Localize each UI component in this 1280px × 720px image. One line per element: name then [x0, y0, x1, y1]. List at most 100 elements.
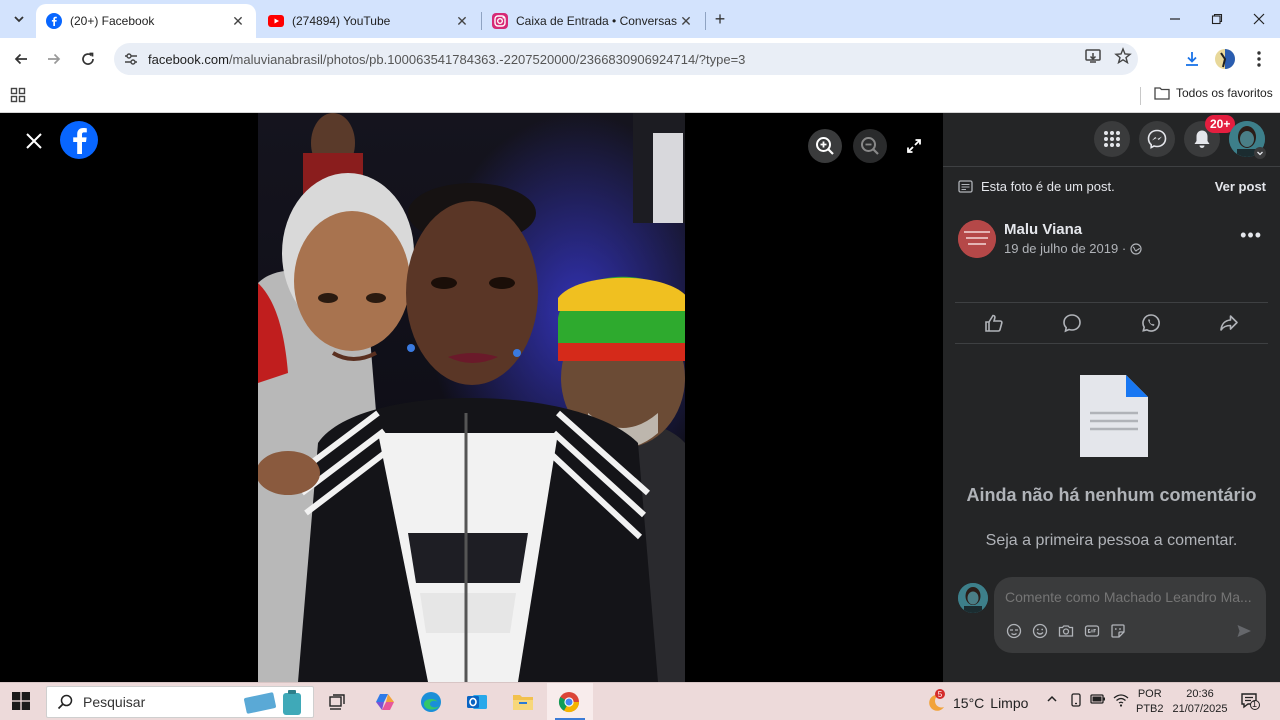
new-tab-button[interactable]: +: [709, 8, 731, 30]
profile-avatar-icon: [1215, 49, 1235, 69]
restore-button[interactable]: [1194, 0, 1240, 38]
messenger-button[interactable]: [1139, 121, 1175, 157]
expand-icon: [907, 139, 921, 153]
copilot-app[interactable]: [370, 687, 400, 717]
folder-icon: [513, 695, 533, 710]
address-bar[interactable]: facebook.com/maluvianabrasil/photos/pb.1…: [114, 43, 1138, 75]
device-icon: [1071, 693, 1081, 707]
phone-link-tray[interactable]: [1069, 693, 1083, 710]
chevron-down-icon: [14, 16, 24, 23]
comment-input[interactable]: [1005, 589, 1255, 605]
tab-search-button[interactable]: [8, 8, 30, 30]
author-avatar[interactable]: [958, 220, 996, 258]
arrow-right-icon: [48, 53, 61, 65]
system-clock[interactable]: 20:36 21/07/2025: [1170, 687, 1230, 717]
gif-icon[interactable]: [1084, 623, 1100, 639]
chrome-app[interactable]: [554, 687, 584, 717]
post-date[interactable]: 19 de julho de 2019 ·: [1004, 241, 1142, 256]
no-comments-subtitle: Seja a primeira pessoa a comentar.: [985, 532, 1238, 549]
all-bookmarks-folder[interactable]: Todos os favoritos: [1154, 86, 1273, 100]
see-post-link[interactable]: Ver post: [1215, 179, 1266, 194]
post-options-button[interactable]: •••: [1240, 225, 1262, 246]
emoji-icon[interactable]: [1032, 623, 1048, 639]
more-vertical-icon: [1257, 51, 1261, 67]
close-tab-icon[interactable]: ✕: [454, 13, 470, 29]
battery-tray[interactable]: [1090, 693, 1106, 708]
menu-button[interactable]: [1094, 121, 1130, 157]
zoom-out-button[interactable]: [853, 129, 887, 163]
apps-grid-icon[interactable]: [10, 87, 26, 108]
thumbs-up-icon: [985, 314, 1003, 332]
show-hidden-icons-button[interactable]: [1046, 693, 1058, 708]
post-date-text: 19 de julho de 2019 ·: [1004, 241, 1127, 256]
close-viewer-button[interactable]: [20, 127, 48, 155]
comment-icon: [1063, 314, 1082, 333]
start-button[interactable]: [12, 692, 30, 715]
wifi-icon: [1113, 694, 1129, 707]
wifi-tray[interactable]: [1113, 693, 1129, 710]
tab-facebook[interactable]: (20+) Facebook ✕: [36, 4, 256, 38]
youtube-icon: [268, 15, 284, 27]
task-view-button[interactable]: [322, 687, 352, 717]
edge-app[interactable]: [416, 687, 446, 717]
facebook-logo-icon: [73, 128, 87, 154]
language-code: POR: [1137, 688, 1162, 700]
send-comment-icon[interactable]: [1236, 623, 1252, 639]
file-explorer-app[interactable]: [508, 687, 538, 717]
minimize-button[interactable]: [1152, 0, 1198, 38]
task-view-icon: [329, 694, 345, 710]
comment-button[interactable]: [1033, 303, 1111, 343]
minimize-icon: [1170, 18, 1180, 20]
input-language[interactable]: POR PTB2: [1136, 687, 1164, 717]
notification-count: 1: [1252, 699, 1258, 709]
reload-button[interactable]: [75, 46, 101, 72]
sticker-icon[interactable]: [1110, 623, 1126, 639]
no-comments-document-icon: [1080, 375, 1148, 462]
photo-illustration: [258, 113, 685, 682]
install-app-icon[interactable]: [1084, 47, 1102, 70]
post-actions-bar: [955, 302, 1268, 344]
close-tab-icon[interactable]: ✕: [678, 13, 694, 29]
avatar-sticker-icon[interactable]: [1006, 623, 1022, 639]
url-host: facebook.com: [148, 51, 229, 67]
messenger-icon: [1147, 129, 1167, 149]
windows-logo-icon: [12, 692, 30, 710]
downloads-button[interactable]: [1179, 46, 1205, 72]
post-photo[interactable]: [258, 113, 685, 682]
close-tab-icon[interactable]: ✕: [230, 13, 246, 29]
zoom-in-icon: [816, 137, 834, 155]
chrome-menu-button[interactable]: [1246, 46, 1272, 72]
tab-title: (274894) YouTube: [292, 14, 391, 28]
camera-icon[interactable]: [1058, 623, 1074, 639]
bookmarks-bar: Todos os favoritos: [0, 80, 1280, 113]
weather-badge: 5: [935, 689, 945, 699]
notification-center-button[interactable]: 1: [1240, 692, 1260, 715]
chrome-icon: [558, 692, 580, 713]
account-chevron-icon[interactable]: [1254, 147, 1266, 159]
back-button[interactable]: [8, 46, 34, 72]
tab-youtube[interactable]: (274894) YouTube ✕: [258, 4, 480, 38]
close-window-button[interactable]: [1236, 0, 1280, 38]
commenter-avatar[interactable]: [958, 583, 988, 613]
reload-icon: [82, 52, 94, 65]
zoom-in-button[interactable]: [808, 129, 842, 163]
whatsapp-share-button[interactable]: [1112, 303, 1190, 343]
facebook-home-logo[interactable]: [60, 121, 98, 159]
site-info-button[interactable]: [114, 51, 148, 67]
taskbar-search[interactable]: Pesquisar: [46, 686, 314, 718]
weather-temp: 15°C: [953, 695, 985, 711]
close-icon: [1253, 13, 1265, 25]
copilot-icon: [376, 694, 394, 710]
like-button[interactable]: [955, 303, 1033, 343]
tab-instagram[interactable]: Caixa de Entrada • Conversas ✕: [482, 4, 704, 38]
profile-button[interactable]: [1212, 46, 1238, 72]
share-button[interactable]: [1190, 303, 1268, 343]
outlook-app[interactable]: [462, 687, 492, 717]
fullscreen-button[interactable]: [897, 129, 931, 163]
clock-date: 21/07/2025: [1172, 703, 1228, 715]
forward-button[interactable]: [41, 46, 67, 72]
clock-time: 20:36: [1186, 688, 1214, 700]
edge-icon: [421, 692, 441, 712]
bookmark-star-icon[interactable]: [1114, 47, 1132, 70]
author-name[interactable]: Malu Viana: [1004, 221, 1082, 238]
